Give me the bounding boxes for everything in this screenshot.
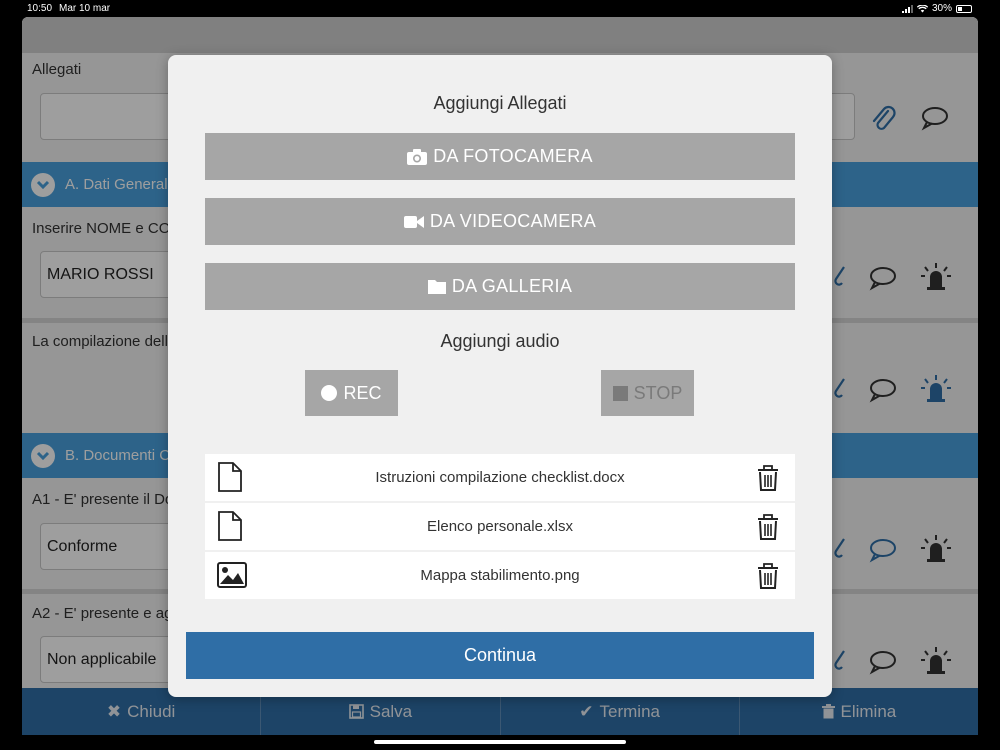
file-name: Elenco personale.xlsx bbox=[427, 518, 573, 535]
audio-title: Aggiungi audio bbox=[440, 331, 560, 351]
rec-button[interactable]: REC bbox=[305, 370, 398, 416]
trash-icon[interactable] bbox=[757, 465, 779, 491]
trash-icon[interactable] bbox=[757, 514, 779, 540]
trash-icon[interactable] bbox=[757, 563, 779, 589]
from-camera-label: DA FOTOCAMERA bbox=[433, 146, 593, 166]
battery-icon bbox=[956, 4, 972, 13]
folder-icon bbox=[427, 280, 446, 294]
from-videocamera-button[interactable]: DA VIDEOCAMERA bbox=[205, 198, 795, 245]
from-gallery-label: DA GALLERIA bbox=[451, 276, 573, 296]
list-item[interactable]: Istruzioni compilazione checklist.docx bbox=[205, 454, 795, 501]
battery-percent: 30% bbox=[931, 3, 952, 14]
continue-button[interactable]: Continua bbox=[186, 632, 814, 679]
file-name: Istruzioni compilazione checklist.docx bbox=[375, 469, 625, 486]
from-camera-button[interactable]: DA FOTOCAMERA bbox=[205, 133, 795, 180]
add-attachments-dialog: Aggiungi Allegati DA FOTOCAMERA DA VIDEO… bbox=[168, 55, 832, 697]
home-indicator[interactable] bbox=[374, 740, 626, 744]
camera-icon bbox=[407, 148, 428, 165]
status-time: 10:50 bbox=[27, 3, 53, 14]
stop-label: STOP bbox=[633, 382, 683, 403]
stop-square-icon bbox=[612, 385, 628, 401]
list-item[interactable]: Elenco personale.xlsx bbox=[205, 503, 795, 550]
from-videocamera-label: DA VIDEOCAMERA bbox=[429, 211, 597, 231]
status-date: Mar 10 mar bbox=[59, 3, 111, 14]
status-right: 30% bbox=[901, 3, 972, 14]
wifi-icon bbox=[916, 4, 928, 12]
image-icon bbox=[217, 562, 247, 588]
record-dot-icon bbox=[321, 385, 338, 401]
stop-button[interactable]: STOP bbox=[601, 370, 694, 416]
file-name: Mappa stabilimento.png bbox=[420, 567, 580, 584]
continue-label: Continua bbox=[463, 645, 537, 665]
dialog-title: Aggiungi Allegati bbox=[433, 93, 567, 113]
from-gallery-button[interactable]: DA GALLERIA bbox=[205, 263, 795, 310]
file-icon bbox=[218, 511, 242, 541]
file-icon bbox=[218, 462, 242, 492]
status-bar: 10:50 Mar 10 mar 30% bbox=[0, 0, 1000, 17]
video-camera-icon bbox=[403, 215, 424, 228]
signal-icon bbox=[901, 4, 913, 13]
rec-label: REC bbox=[343, 382, 382, 403]
list-item[interactable]: Mappa stabilimento.png bbox=[205, 552, 795, 599]
attachments-list: Istruzioni compilazione checklist.docx E… bbox=[205, 454, 795, 601]
